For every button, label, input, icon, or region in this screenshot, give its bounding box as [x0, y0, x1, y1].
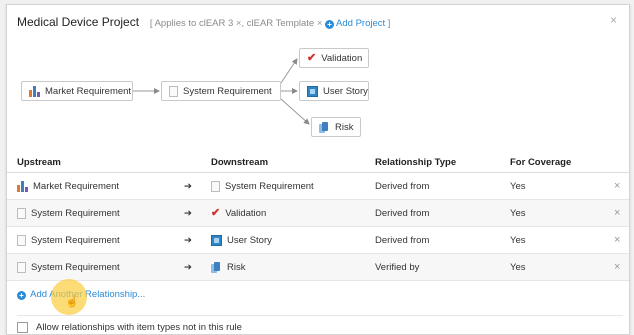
col-downstream: Downstream — [211, 156, 269, 168]
document-icon — [17, 207, 26, 219]
story-card-icon — [307, 85, 318, 97]
bar-chart-icon — [29, 85, 40, 97]
arrow-icon: ➔ — [184, 207, 192, 219]
upstream-cell: System Requirement — [17, 207, 120, 219]
downstream-label: Risk — [227, 261, 246, 273]
col-for-coverage: For Coverage — [510, 156, 572, 168]
node-user-story[interactable]: User Story — [299, 81, 369, 101]
node-validation[interactable]: ✔ Validation — [299, 48, 369, 68]
node-label: User Story — [323, 85, 368, 97]
checkmark-icon: ✔ — [307, 51, 317, 64]
add-relationship-label: Add Another Relationship... — [30, 289, 146, 300]
arrow-icon: ➔ — [184, 180, 192, 192]
document-icon — [17, 261, 26, 273]
arrow-system-to-validation — [280, 58, 298, 84]
relationship-type-cell[interactable]: Derived from — [375, 181, 429, 192]
stacked-cards-icon — [211, 261, 222, 273]
upstream-cell: System Requirement — [17, 234, 120, 246]
coverage-cell[interactable]: Yes — [510, 181, 526, 192]
col-upstream: Upstream — [17, 156, 61, 168]
node-label: Risk — [335, 121, 354, 133]
node-label: Market Requirement — [45, 85, 132, 97]
downstream-label: User Story — [227, 234, 272, 246]
upstream-label: System Requirement — [31, 207, 120, 219]
downstream-label: System Requirement — [225, 180, 314, 192]
document-icon — [211, 180, 220, 192]
relationship-rule-panel: Medical Device Project [ Applies to clEA… — [6, 4, 630, 335]
coverage-cell[interactable]: Yes — [510, 235, 526, 246]
arrow-icon: ➔ — [184, 234, 192, 246]
remove-row-icon[interactable]: × — [614, 234, 620, 246]
col-relationship-type: Relationship Type — [375, 156, 457, 168]
node-risk[interactable]: Risk — [311, 117, 361, 137]
allow-other-types-checkbox[interactable] — [17, 322, 28, 333]
table-row[interactable]: System Requirement ➔ User Story Derived … — [7, 227, 629, 254]
node-label: Validation — [321, 52, 363, 64]
add-relationship-link[interactable]: + Add Another Relationship... — [17, 289, 145, 300]
downstream-cell: ✔ Validation — [211, 206, 267, 219]
table-header: Upstream Downstream Relationship Type Fo… — [7, 152, 629, 173]
arrow-icon: ➔ — [184, 261, 192, 273]
plus-circle-icon: + — [17, 291, 26, 300]
node-system-requirement[interactable]: System Requirement — [161, 81, 281, 101]
document-icon — [17, 234, 26, 246]
relationship-type-cell[interactable]: Verified by — [375, 262, 419, 273]
upstream-cell: Market Requirement — [17, 180, 120, 192]
table-body: Market Requirement ➔ System Requirement … — [7, 173, 629, 281]
downstream-label: Validation — [225, 207, 267, 219]
upstream-cell: System Requirement — [17, 261, 120, 273]
arrow-system-to-risk — [280, 98, 310, 125]
coverage-cell[interactable]: Yes — [510, 208, 526, 219]
relationships-table: Upstream Downstream Relationship Type Fo… — [7, 152, 629, 281]
downstream-cell: Risk — [211, 261, 246, 273]
relationship-type-cell[interactable]: Derived from — [375, 235, 429, 246]
table-row[interactable]: System Requirement ➔ Risk Verified by Ye… — [7, 254, 629, 281]
checkmark-icon: ✔ — [211, 206, 221, 219]
node-market-requirement[interactable]: Market Requirement — [21, 81, 133, 101]
remove-row-icon[interactable]: × — [614, 261, 620, 273]
upstream-label: Market Requirement — [33, 180, 120, 192]
remove-row-icon[interactable]: × — [614, 180, 620, 192]
downstream-cell: User Story — [211, 234, 272, 246]
coverage-cell[interactable]: Yes — [510, 262, 526, 273]
node-label: System Requirement — [183, 85, 272, 97]
allow-other-types-label: Allow relationships with item types not … — [36, 322, 242, 333]
allow-other-types-option[interactable]: Allow relationships with item types not … — [17, 315, 623, 333]
stacked-cards-icon — [319, 121, 330, 133]
relationship-type-cell[interactable]: Derived from — [375, 208, 429, 219]
table-row[interactable]: System Requirement ➔ ✔ Validation Derived… — [7, 200, 629, 227]
downstream-cell: System Requirement — [211, 180, 314, 192]
story-card-icon — [211, 234, 222, 246]
upstream-label: System Requirement — [31, 261, 120, 273]
remove-row-icon[interactable]: × — [614, 207, 620, 219]
document-icon — [169, 85, 178, 97]
upstream-label: System Requirement — [31, 234, 120, 246]
table-row[interactable]: Market Requirement ➔ System Requirement … — [7, 173, 629, 200]
bar-chart-icon — [17, 180, 28, 192]
relationship-diagram: Market Requirement System Requirement ✔ … — [7, 5, 629, 145]
